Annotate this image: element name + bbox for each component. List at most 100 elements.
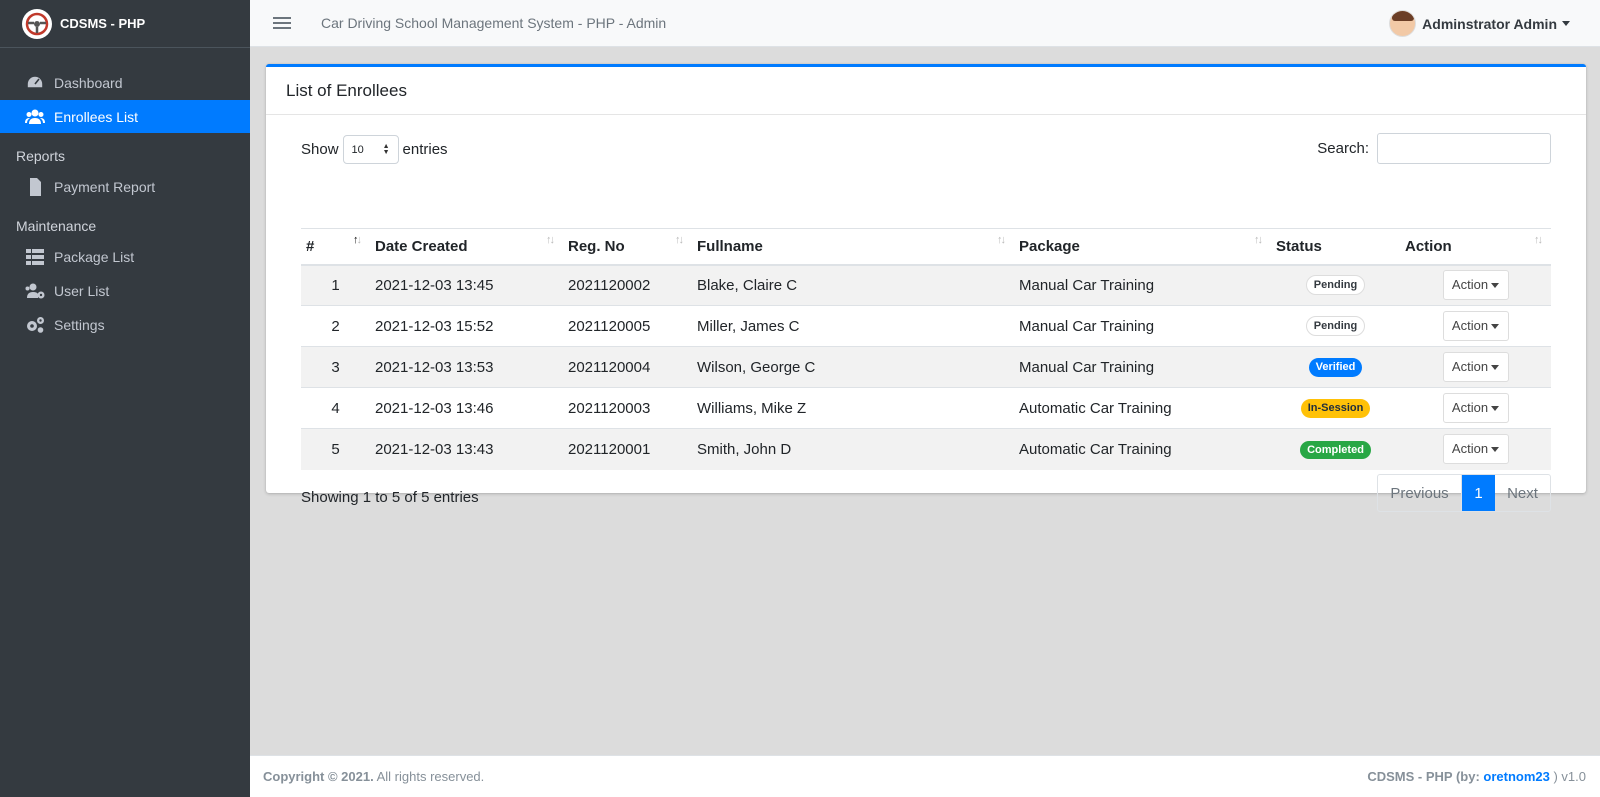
row-status: Completed — [1271, 428, 1400, 470]
action-dropdown-button[interactable]: Action — [1442, 311, 1509, 341]
menu-toggle-icon[interactable] — [273, 14, 291, 32]
sidebar-item-user-list[interactable]: User List — [0, 274, 250, 307]
action-dropdown-button[interactable]: Action — [1442, 434, 1509, 465]
pagination-page-1[interactable]: 1 — [1462, 475, 1495, 511]
column-header-fullname[interactable]: Fullname ↑↓ — [692, 228, 1014, 266]
status-badge: Pending — [1305, 275, 1366, 296]
search-label: Search: — [1317, 140, 1369, 157]
action-dropdown-button[interactable]: Action — [1442, 393, 1509, 423]
users-cog-icon — [24, 282, 46, 300]
sort-icon: ↑↓ — [1254, 234, 1263, 246]
row-fullname: Blake, Claire C — [692, 264, 1014, 306]
chevron-down-icon — [1491, 283, 1500, 289]
row-reg-no: 2021120003 — [563, 387, 692, 429]
chevron-down-icon — [1562, 21, 1570, 26]
brand-logo-icon — [22, 8, 52, 39]
row-date-created: 2021-12-03 13:45 — [370, 264, 563, 306]
sidebar-item-settings[interactable]: Settings — [0, 308, 250, 341]
dashboard-icon — [24, 74, 46, 92]
sort-icon: ↑↓ — [675, 234, 684, 246]
row-package: Automatic Car Training — [1014, 428, 1271, 470]
sort-icon: ↑↓ — [1534, 234, 1543, 246]
column-header-action[interactable]: Action ↑↓ — [1400, 228, 1551, 266]
sort-icon: ↑↓ — [546, 234, 555, 246]
table-info: Showing 1 to 5 of 5 entries — [301, 489, 479, 506]
row-number: 5 — [301, 428, 370, 470]
row-status: Pending — [1271, 264, 1400, 306]
column-header-number[interactable]: # ↑↓ — [301, 228, 370, 266]
nav-header-reports: Reports — [16, 148, 66, 164]
show-label: Show — [301, 141, 339, 158]
row-number: 2 — [301, 305, 370, 347]
sidebar-nav: Dashboard Enrollees List Reports Payment… — [0, 48, 250, 341]
enrollees-card: List of Enrollees Show 10 ▲ ▼ entries Sea… — [266, 64, 1586, 512]
row-reg-no: 2021120002 — [563, 264, 692, 306]
page-title: Car Driving School Management System - P… — [321, 15, 667, 31]
row-package: Manual Car Training — [1014, 305, 1271, 347]
sidebar-item-label: Enrollees List — [54, 108, 139, 125]
column-header-status: Status — [1271, 228, 1400, 266]
nav-header-maintenance: Maintenance — [16, 218, 97, 234]
sidebar-item-enrollees-list[interactable]: Enrollees List — [0, 100, 250, 133]
sidebar-item-label: Settings — [54, 316, 105, 333]
select-arrows-icon: ▲ ▼ — [382, 143, 390, 156]
row-action: Action — [1400, 305, 1551, 347]
row-fullname: Williams, Mike Z — [692, 387, 1014, 429]
row-date-created: 2021-12-03 15:52 — [370, 305, 563, 347]
table-row: 3 2021-12-03 13:53 2021120004 Wilson, Ge… — [301, 346, 1551, 388]
user-name: Adminstrator Admin — [1422, 15, 1557, 32]
row-date-created: 2021-12-03 13:53 — [370, 346, 563, 388]
row-package: Automatic Car Training — [1014, 387, 1271, 429]
row-reg-no: 2021120004 — [563, 346, 692, 388]
sidebar-item-payment-report[interactable]: Payment Report — [0, 170, 250, 203]
row-reg-no: 2021120001 — [563, 428, 692, 470]
row-status: Pending — [1271, 305, 1400, 347]
search-control: Search: — [1317, 133, 1551, 164]
page-length-select[interactable]: 10 ▲ ▼ — [342, 135, 399, 164]
table-row: 5 2021-12-03 13:43 2021120001 Smith, Joh… — [301, 428, 1551, 470]
table-row: 1 2021-12-03 13:45 2021120002 Blake, Cla… — [301, 264, 1551, 306]
status-badge: In-Session — [1300, 399, 1371, 418]
pagination-next[interactable]: Next — [1495, 475, 1550, 511]
table-header-row: # ↑↓ Date Created ↑↓ Reg. No ↑↓ Fullname ↑↓ … — [301, 228, 1551, 266]
sort-icon: ↑↓ — [997, 234, 1006, 246]
file-icon — [24, 177, 46, 196]
pagination-previous[interactable]: Previous — [1378, 475, 1462, 511]
sidebar-item-package-list[interactable]: Package List — [0, 240, 250, 273]
sidebar-item-dashboard[interactable]: Dashboard — [0, 66, 250, 99]
row-status: Verified — [1271, 346, 1400, 388]
enrollees-table: # ↑↓ Date Created ↑↓ Reg. No ↑↓ Fullname ↑↓ … — [301, 228, 1551, 470]
row-action: Action — [1400, 387, 1551, 429]
chevron-down-icon — [1491, 324, 1500, 330]
brand-link[interactable]: CDSMS - PHP — [0, 0, 250, 48]
avatar — [1389, 10, 1417, 37]
sidebar-item-label: Payment Report — [54, 178, 156, 195]
status-badge: Verified — [1308, 358, 1363, 377]
row-number: 3 — [301, 346, 370, 388]
page-length-control: Show 10 ▲ ▼ entries — [301, 135, 448, 164]
table-row: 2 2021-12-03 15:52 2021120005 Miller, Ja… — [301, 305, 1551, 347]
footer: Copyright © 2021. All rights reserved. C… — [250, 755, 1600, 797]
chevron-down-icon — [1491, 406, 1500, 412]
row-package: Manual Car Training — [1014, 346, 1271, 388]
cogs-icon — [24, 316, 46, 334]
card-title: List of Enrollees — [266, 67, 1586, 115]
column-header-package[interactable]: Package ↑↓ — [1014, 228, 1271, 266]
row-fullname: Miller, James C — [692, 305, 1014, 347]
row-package: Manual Car Training — [1014, 264, 1271, 306]
row-action: Action — [1400, 346, 1551, 388]
action-dropdown-button[interactable]: Action — [1442, 270, 1509, 301]
table-icon — [24, 248, 46, 266]
user-menu[interactable]: Adminstrator Admin — [1389, 10, 1570, 37]
action-dropdown-button[interactable]: Action — [1442, 352, 1509, 382]
status-badge: Completed — [1300, 440, 1371, 459]
column-header-reg-no[interactable]: Reg. No ↑↓ — [563, 228, 692, 266]
chevron-down-icon — [1491, 365, 1500, 371]
row-number: 1 — [301, 264, 370, 306]
pagination: Previous 1 Next — [1377, 474, 1551, 512]
row-fullname: Smith, John D — [692, 428, 1014, 470]
search-input[interactable] — [1377, 133, 1551, 164]
column-header-date-created[interactable]: Date Created ↑↓ — [370, 228, 563, 266]
author-link[interactable]: oretnom23 — [1483, 769, 1549, 784]
footer-copyright: Copyright © 2021. All rights reserved. — [263, 769, 485, 784]
